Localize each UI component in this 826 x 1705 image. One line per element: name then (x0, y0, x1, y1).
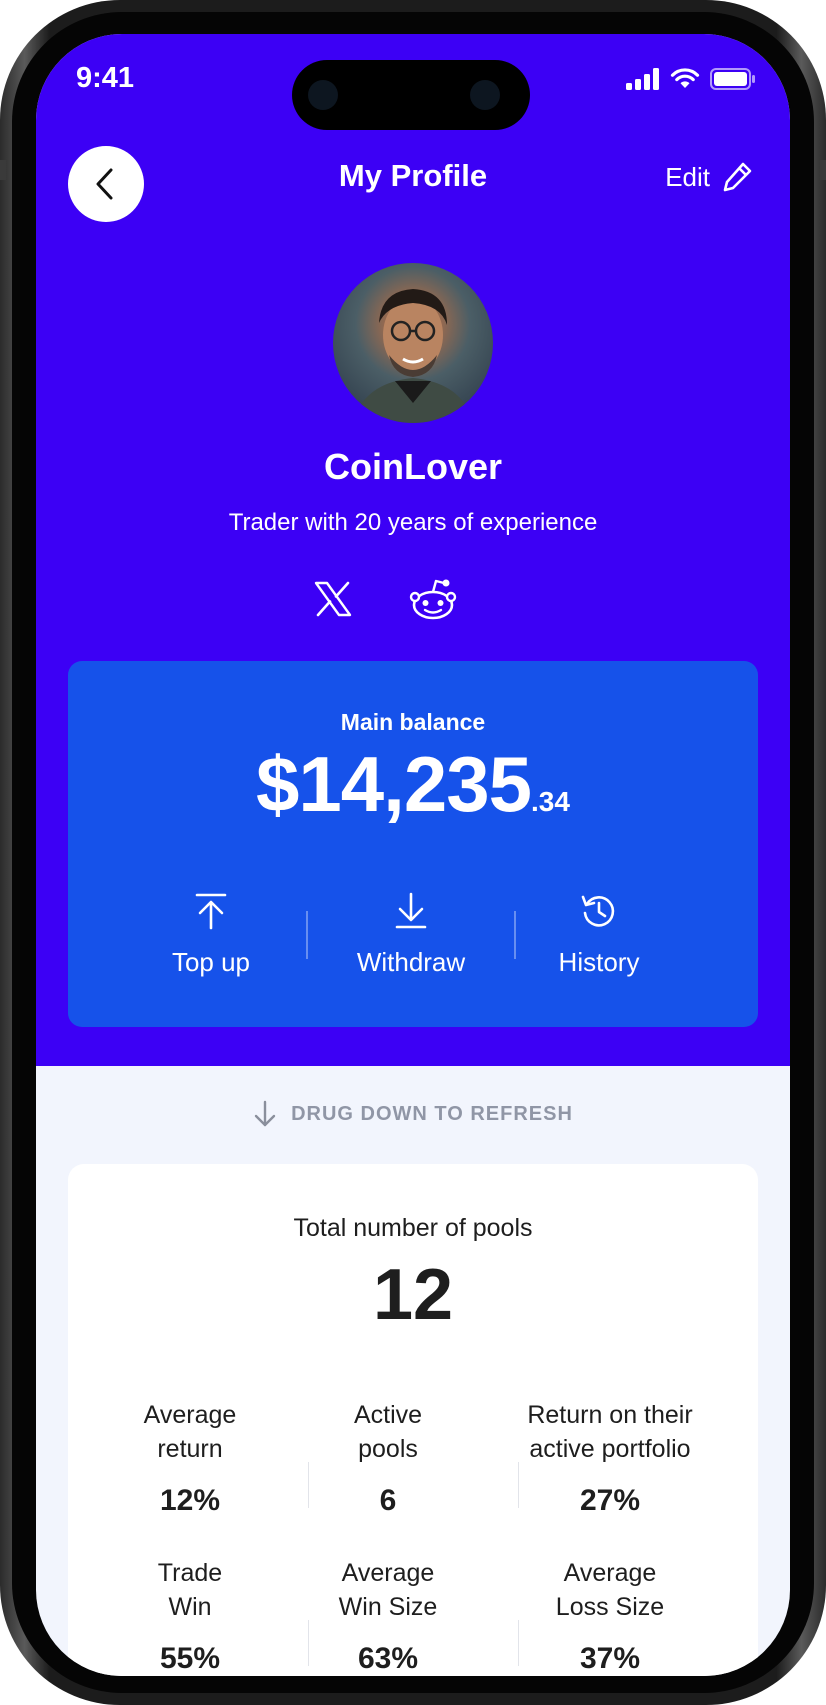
avatar (333, 263, 493, 423)
reddit-icon[interactable] (408, 574, 458, 624)
withdraw-button[interactable]: Withdraw (326, 889, 496, 978)
history-label: History (558, 947, 640, 977)
balance-card: Main balance $14,235.34 Top up Withdraw … (68, 661, 758, 1027)
balance-amount-main: $14,235 (256, 740, 532, 828)
stat-average-loss-size: Average Loss Size 37% (500, 1556, 720, 1676)
top-up-label: Top up (171, 947, 251, 977)
refresh-hint-text: DRUG DOWN TO REFRESH (291, 1102, 573, 1125)
arrow-down-icon (254, 1100, 276, 1127)
top-up-button[interactable]: Top up (126, 889, 296, 978)
stat-label: Active pools (353, 1401, 423, 1463)
stat-label: Average Loss Size (555, 1559, 665, 1621)
stat-value: 6 (379, 1484, 397, 1517)
status-time: 9:41 (76, 62, 135, 94)
dynamic-island (292, 60, 530, 130)
stats-card: Total number of pools 12 Average return 1… (68, 1164, 758, 1676)
stat-label: Return on their active portfolio (527, 1401, 693, 1463)
avatar-portrait (353, 289, 473, 423)
status-icons (626, 68, 756, 90)
side-button (820, 160, 826, 180)
balance-label: Main balance (340, 709, 486, 735)
top-up-icon (195, 893, 227, 930)
stat-average-win-size: Average Win Size 63% (278, 1556, 498, 1676)
signal-icon (626, 68, 659, 90)
withdraw-label: Withdraw (356, 947, 466, 977)
screen: 9:41 My Profile Edit CoinLover Trader wi… (36, 34, 790, 1676)
username: CoinLover (323, 446, 502, 487)
stat-label: Average return (143, 1401, 237, 1463)
stat-trade-win: Trade Win 55% (80, 1556, 300, 1676)
stat-value: 37% (579, 1642, 641, 1675)
stat-active-pools: Active pools 6 (278, 1398, 498, 1518)
x-icon[interactable] (308, 574, 358, 624)
edit-label: Edit (665, 161, 710, 192)
stat-value: 12% (159, 1484, 221, 1517)
bio: Trader with 20 years of experience (228, 509, 598, 536)
withdraw-icon (395, 892, 427, 929)
side-button (0, 160, 6, 180)
refresh-hint: DRUG DOWN TO REFRESH (36, 1100, 790, 1128)
balance-amount-cents: .34 (531, 786, 570, 817)
profile-header-section: 9:41 My Profile Edit CoinLover Trader wi… (36, 34, 790, 1066)
history-button[interactable]: History (514, 889, 684, 978)
stat-value: 55% (159, 1642, 221, 1675)
stat-average-return: Average return 12% (80, 1398, 300, 1518)
edit-button[interactable]: Edit (665, 160, 754, 194)
battery-icon (710, 68, 755, 90)
total-pools-value: 12 (372, 1255, 454, 1335)
camera-icon (470, 80, 500, 110)
stat-return-active-portfolio: Return on their active portfolio 27% (500, 1398, 720, 1518)
pencil-icon (723, 162, 752, 192)
wifi-icon (670, 68, 700, 88)
total-pools-label: Total number of pools (293, 1214, 533, 1242)
divider (306, 911, 308, 959)
stat-label: Average Win Size (338, 1559, 438, 1621)
history-icon (581, 895, 615, 927)
stat-value: 63% (357, 1642, 419, 1675)
stat-label: Trade Win (157, 1559, 223, 1621)
balance-amount: $14,235.34 (68, 739, 758, 830)
camera-icon (308, 80, 338, 110)
stat-value: 27% (579, 1484, 641, 1517)
